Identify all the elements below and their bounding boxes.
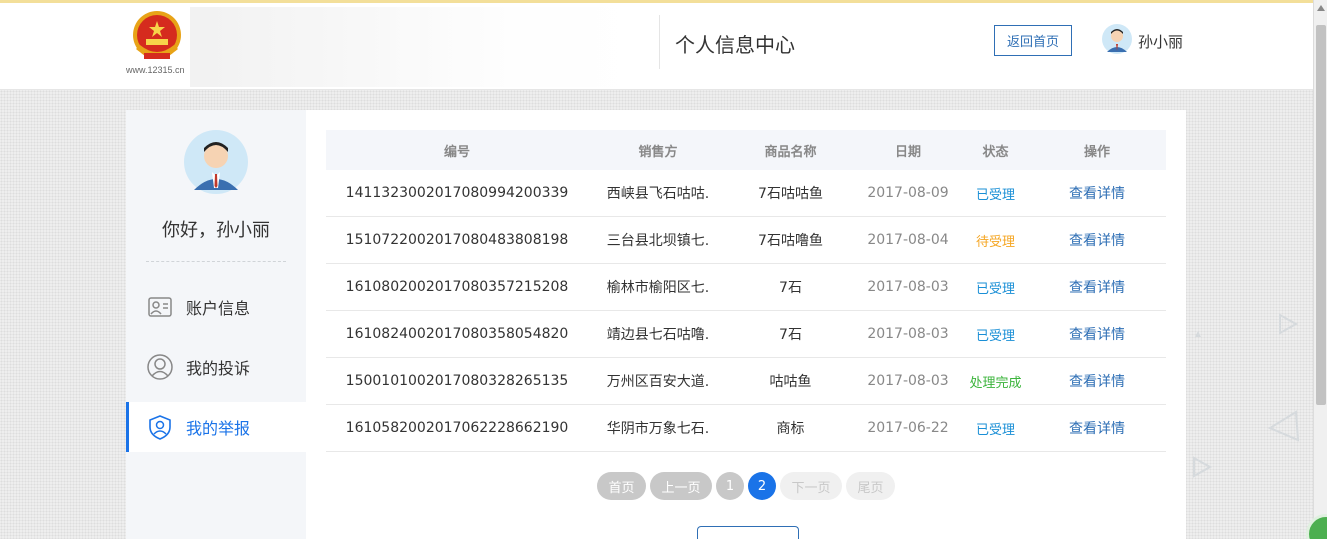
page-2-button[interactable]: 2 — [748, 472, 776, 500]
column-header-seller: 销售方 — [638, 144, 678, 160]
shield-icon — [149, 415, 171, 440]
table-header: 编号 销售方 商品名称 日期 状态 操作 — [326, 130, 1166, 170]
prev-page-button[interactable]: 上一页 — [650, 472, 712, 500]
logo-url-text: www.12315.cn — [126, 65, 185, 75]
cell-seller: 西峡县飞石咕咕. — [606, 186, 710, 202]
page-1-button[interactable]: 1 — [716, 472, 744, 500]
cell-id: 1610802002017080357215208 — [345, 279, 569, 295]
sidebar: 你好，孙小丽 账户信息 我的投诉 我的举报 — [126, 110, 306, 539]
cell-status: 处理完成 — [969, 375, 1022, 391]
page-scrollbar[interactable] — [1313, 0, 1327, 539]
cell-product: 7石 — [779, 327, 802, 343]
cell-date: 2017-08-04 — [867, 232, 949, 248]
triangle-decoration-icon — [1279, 313, 1298, 335]
first-page-button[interactable]: 首页 — [597, 472, 646, 500]
return-home-button[interactable]: 返回首页 — [994, 25, 1072, 56]
view-details-link[interactable]: 查看详情 — [1028, 324, 1166, 344]
id-card-icon — [148, 297, 172, 317]
view-details-link[interactable]: 查看详情 — [1028, 371, 1166, 391]
view-details-link[interactable]: 查看详情 — [1028, 183, 1166, 203]
large-triangle-decoration-icon — [1267, 410, 1300, 442]
table-row: 1510722002017080483808198 三台县北坝镇七. 7石咕噜鱼 20… — [326, 217, 1166, 264]
main-content: 编号 销售方 商品名称 日期 状态 操作 1411323002017080994… — [306, 110, 1186, 539]
sidebar-item-label: 我的投诉 — [186, 359, 251, 378]
header-banner-decoration — [190, 7, 640, 87]
cell-id: 1610824002017080358054820 — [345, 326, 569, 342]
page-title: 个人信息中心 — [675, 33, 795, 57]
table-body: 1411323002017080994200339 西峡县飞石咕咕. 7石咕咕鱼 20… — [326, 170, 1166, 452]
sidebar-item-my-reports[interactable]: 我的举报 — [126, 402, 306, 452]
view-details-link[interactable]: 查看详情 — [1028, 277, 1166, 297]
table-row: 1610824002017080358054820 靖边县七石咕噜. 7石 2017-… — [326, 311, 1166, 358]
sidebar-item-label: 账户信息 — [186, 299, 251, 318]
cell-seller: 靖边县七石咕噜. — [606, 327, 710, 343]
cell-date: 2017-08-03 — [867, 279, 949, 295]
play-triangle-decoration-icon — [1193, 456, 1213, 478]
cell-status: 已受理 — [975, 187, 1015, 203]
cell-date: 2017-08-03 — [867, 326, 949, 342]
cell-id: 1411323002017080994200339 — [345, 185, 569, 201]
top-header: www.12315.cn 个人信息中心 返回首页 孙小丽 — [0, 0, 1327, 90]
cell-status: 已受理 — [975, 328, 1015, 344]
scrollbar-thumb[interactable] — [1316, 25, 1326, 405]
cell-seller: 华阴市万象七石. — [606, 421, 710, 437]
column-header-status: 状态 — [982, 144, 1009, 160]
column-header-id: 编号 — [443, 144, 470, 160]
cell-seller: 三台县北坝镇七. — [606, 233, 710, 249]
pagination: 首页 上一页 1 2 下一页 尾页 — [597, 472, 899, 500]
user-name[interactable]: 孙小丽 — [1138, 31, 1183, 52]
cell-product: 7石咕噜鱼 — [758, 233, 823, 249]
column-header-action: 操作 — [1083, 144, 1110, 160]
column-header-date: 日期 — [894, 144, 921, 160]
view-details-link[interactable]: 查看详情 — [1028, 230, 1166, 250]
cell-status: 待受理 — [975, 234, 1015, 250]
profile-avatar-icon — [184, 130, 248, 194]
cell-seller: 榆林市榆阳区七. — [606, 280, 710, 296]
cell-status: 已受理 — [975, 422, 1015, 438]
user-avatar-icon[interactable] — [1102, 24, 1132, 54]
sidebar-divider — [146, 261, 286, 262]
header-divider — [659, 15, 660, 69]
cell-id: 1500101002017080328265135 — [345, 373, 569, 389]
reports-table: 编号 销售方 商品名称 日期 状态 操作 1411323002017080994… — [326, 130, 1166, 452]
cell-date: 2017-08-03 — [867, 373, 949, 389]
next-page-button[interactable]: 下一页 — [780, 472, 842, 500]
table-row: 1610802002017080357215208 榆林市榆阳区七. 7石 2017-… — [326, 264, 1166, 311]
table-row: 1411323002017080994200339 西峡县飞石咕咕. 7石咕咕鱼 20… — [326, 170, 1166, 217]
sidebar-item-account-info[interactable]: 账户信息 — [126, 282, 306, 332]
person-icon — [147, 354, 173, 380]
table-row: 1500101002017080328265135 万州区百安大道. 咕咕鱼 2017… — [326, 358, 1166, 405]
cell-product: 7石 — [779, 280, 802, 296]
cell-product: 咕咕鱼 — [769, 374, 812, 390]
table-row: 1610582002017062228662190 华阴市万象七石. 商标 2017-… — [326, 405, 1166, 452]
floating-badge-icon[interactable] — [1306, 514, 1327, 539]
column-header-product: 商品名称 — [764, 144, 817, 160]
small-triangle-decoration-icon — [1195, 331, 1201, 337]
cell-seller: 万州区百安大道. — [606, 374, 710, 390]
sidebar-item-label: 我的举报 — [186, 419, 251, 438]
cell-date: 2017-06-22 — [867, 420, 949, 436]
view-details-link[interactable]: 查看详情 — [1028, 418, 1166, 438]
cell-status: 已受理 — [975, 281, 1015, 297]
cell-id: 1610582002017062228662190 — [345, 420, 569, 436]
last-page-button[interactable]: 尾页 — [846, 472, 895, 500]
greeting-text: 你好，孙小丽 — [162, 220, 270, 241]
cell-product: 7石咕咕鱼 — [758, 186, 823, 202]
sidebar-item-my-complaints[interactable]: 我的投诉 — [126, 342, 306, 392]
bottom-action-button[interactable] — [697, 526, 799, 539]
scroll-up-arrow-icon[interactable] — [1317, 5, 1325, 11]
cell-date: 2017-08-09 — [867, 185, 949, 201]
cell-id: 1510722002017080483808198 — [345, 232, 569, 248]
cell-product: 商标 — [776, 421, 805, 437]
